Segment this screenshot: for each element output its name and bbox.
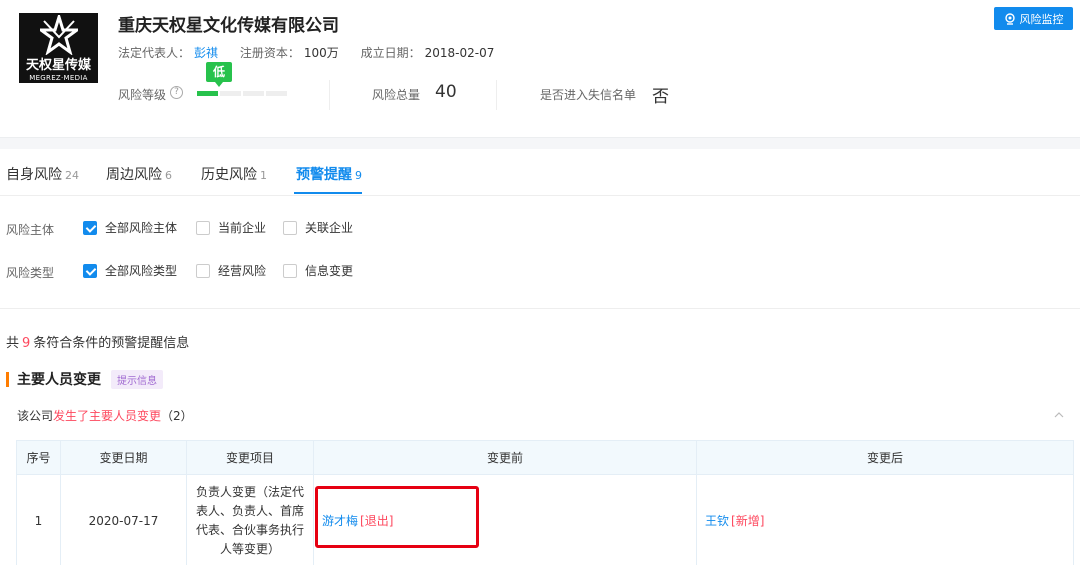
help-icon[interactable]: ? — [170, 86, 183, 99]
description-prefix: 该公司 — [17, 409, 54, 423]
summary-count: 9 — [22, 336, 31, 351]
tab-warning-alerts[interactable]: 预警提醒 9 — [296, 164, 362, 184]
option-info-change[interactable]: 信息变更 — [283, 262, 353, 279]
risk-bar-segment — [197, 91, 218, 96]
checkbox[interactable] — [196, 263, 210, 278]
risk-monitor-button[interactable]: 风险监控 — [994, 7, 1073, 30]
header-item: 变更项目 — [186, 440, 314, 475]
checkbox[interactable] — [283, 220, 297, 235]
section-description: 该公司发生了主要人员变更（2） — [17, 407, 193, 424]
tab-label: 预警提醒 — [296, 167, 352, 183]
tab-history-risk[interactable]: 历史风险 1 — [201, 164, 267, 184]
filter-risk-type: 风险类型 全部风险类型 经营风险 信息变更 — [6, 262, 406, 282]
chevron-up-icon[interactable] — [1054, 410, 1064, 420]
section-gap — [0, 137, 1080, 149]
tab-label: 自身风险 — [6, 167, 62, 183]
option-all-types[interactable]: 全部风险类型 — [83, 262, 177, 279]
founded-value: 2018-02-07 — [424, 46, 495, 60]
company-logo: 天权星传媒 MEGREZ·MEDIA — [19, 13, 98, 83]
option-related-company[interactable]: 关联企业 — [283, 219, 353, 236]
section-accent-bar — [6, 371, 9, 387]
checkbox[interactable] — [196, 220, 210, 235]
cell-item: 负责人变更（法定代表人、负责人、首席代表、合伙事务执行人等变更） — [186, 474, 314, 565]
filter-label: 风险主体 — [6, 223, 55, 237]
risk-tabs: 自身风险 24 周边风险 6 历史风险 1 预警提醒 9 — [0, 150, 1080, 196]
option-label: 全部风险类型 — [105, 264, 178, 278]
option-label: 关联企业 — [305, 221, 354, 235]
checkbox-checked[interactable] — [83, 263, 97, 278]
filter-label: 风险类型 — [6, 266, 55, 280]
risk-summary-row: 风险等级 ? 风险总量 40 是否进入失信名单 否 — [118, 80, 698, 110]
divider — [496, 80, 497, 110]
risk-total-label: 风险总量 — [372, 88, 421, 102]
tab-self-risk[interactable]: 自身风险 24 — [6, 164, 79, 184]
risk-level-bar — [197, 91, 287, 96]
option-label: 当前企业 — [218, 221, 267, 235]
cell-after: 王钦 [新增] — [696, 474, 1074, 565]
option-current-company[interactable]: 当前企业 — [196, 219, 266, 236]
risk-bar-segment — [243, 91, 264, 96]
blacklist-label: 是否进入失信名单 — [540, 88, 637, 102]
section-title: 主要人员变更 提示信息 — [6, 369, 163, 389]
company-name: 重庆天权星文化传媒有限公司 — [118, 16, 339, 36]
cell-index: 1 — [16, 474, 61, 565]
option-label: 全部风险主体 — [105, 221, 178, 235]
option-business-risk[interactable]: 经营风险 — [196, 262, 266, 279]
monitor-eye-icon — [1004, 12, 1015, 25]
divider — [329, 80, 330, 110]
section-title-text: 主要人员变更 — [17, 372, 101, 388]
legal-rep-link[interactable]: 彭祺 — [194, 46, 218, 60]
company-header: 天权星传媒 MEGREZ·MEDIA 重庆天权星文化传媒有限公司 法定代表人：彭… — [0, 0, 1080, 137]
risk-bar-segment — [266, 91, 287, 96]
description-highlight: 发生了主要人员变更 — [53, 409, 162, 423]
result-summary: 共 9 条符合条件的预警提醒信息 — [6, 332, 189, 351]
risk-level-badge: 低 — [206, 62, 232, 87]
header-date: 变更日期 — [60, 440, 187, 475]
capital-label: 注册资本： — [239, 46, 300, 60]
founded-label: 成立日期： — [360, 46, 421, 60]
active-tab-indicator — [294, 192, 362, 194]
personnel-change-table: 序号 变更日期 变更项目 变更前 变更后 1 2020-07-17 负责人变更（… — [16, 440, 1074, 565]
added-tag: [新增] — [731, 514, 765, 528]
tab-count: 9 — [355, 169, 362, 182]
option-label: 信息变更 — [305, 264, 354, 278]
star-logo-icon — [40, 15, 78, 55]
blacklist-value: 否 — [652, 87, 669, 107]
header-after: 变更后 — [696, 440, 1074, 475]
header-before: 变更前 — [313, 440, 697, 475]
risk-level-label: 风险等级 — [118, 88, 167, 102]
legal-rep-label: 法定代表人： — [118, 46, 191, 60]
summary-suffix: 条符合条件的预警提醒信息 — [33, 336, 190, 351]
filter-risk-subject: 风险主体 全部风险主体 当前企业 关联企业 — [6, 219, 406, 239]
person-link[interactable]: 王钦 — [705, 514, 729, 528]
annotation-highlight-box — [315, 486, 479, 548]
risk-bar-segment — [220, 91, 241, 96]
summary-prefix: 共 — [6, 336, 20, 351]
risk-monitor-label: 风险监控 — [1019, 12, 1064, 26]
checkbox-checked[interactable] — [83, 220, 97, 235]
risk-total-value: 40 — [435, 82, 457, 102]
header-index: 序号 — [16, 440, 61, 475]
divider — [0, 308, 1080, 309]
option-label: 经营风险 — [218, 264, 267, 278]
info-tag: 提示信息 — [111, 369, 163, 389]
tab-count: 1 — [260, 169, 267, 182]
tab-label: 周边风险 — [106, 167, 162, 183]
cell-date: 2020-07-17 — [60, 474, 187, 565]
company-meta: 法定代表人： 彭祺 注册资本： 100万 成立日期： 2018-02-07 — [118, 44, 512, 61]
logo-chinese-text: 天权星传媒 — [25, 58, 91, 73]
tab-count: 6 — [165, 169, 172, 182]
table-row: 1 2020-07-17 负责人变更（法定代表人、负责人、首席代表、合伙事务执行… — [16, 474, 1074, 565]
tab-label: 历史风险 — [201, 167, 257, 183]
capital-value: 100万 — [303, 46, 339, 60]
description-count: （2） — [161, 409, 193, 423]
table-header-row: 序号 变更日期 变更项目 变更前 变更后 — [16, 440, 1074, 475]
checkbox[interactable] — [283, 263, 297, 278]
tab-surrounding-risk[interactable]: 周边风险 6 — [106, 164, 172, 184]
tab-count: 24 — [65, 169, 79, 182]
option-all-subjects[interactable]: 全部风险主体 — [83, 219, 177, 236]
logo-english-text: MEGREZ·MEDIA — [29, 74, 88, 82]
